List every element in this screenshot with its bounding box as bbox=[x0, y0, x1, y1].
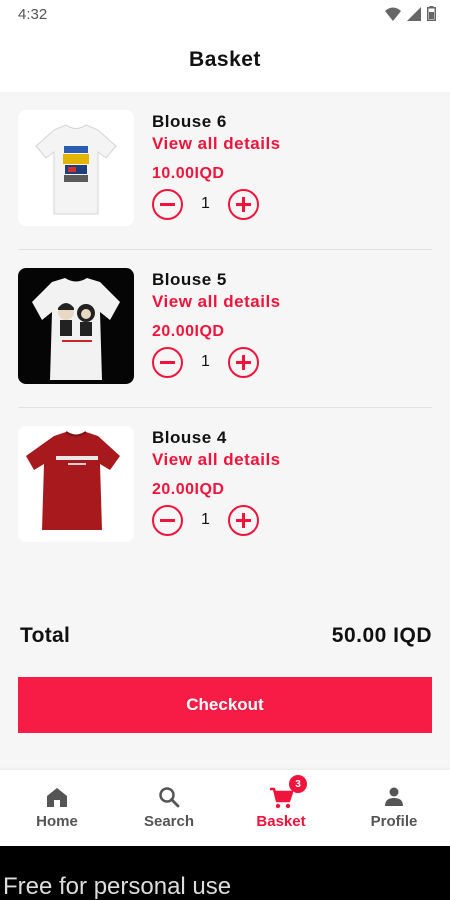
wifi-icon bbox=[385, 7, 401, 21]
basket-item: Blouse 6 View all details 10.00IQD 1 bbox=[18, 92, 432, 232]
search-icon bbox=[159, 787, 180, 808]
product-name: Blouse 5 bbox=[152, 270, 227, 289]
nav-item-profile[interactable]: Profile bbox=[338, 770, 450, 846]
view-details-link[interactable]: View all details bbox=[152, 450, 281, 470]
view-details-link[interactable]: View all details bbox=[152, 292, 281, 312]
person-icon bbox=[385, 787, 403, 806]
product-image[interactable] bbox=[18, 426, 134, 542]
quantity-value: 1 bbox=[201, 511, 210, 528]
nav-item-home[interactable]: Home bbox=[1, 770, 113, 846]
status-icons bbox=[385, 6, 436, 21]
product-image[interactable] bbox=[18, 268, 134, 384]
basket-item: Blouse 5 View all details 20.00IQD 1 bbox=[18, 250, 432, 390]
decrease-quantity-button[interactable] bbox=[152, 189, 183, 220]
app-bar: Basket bbox=[0, 30, 450, 92]
nav-item-basket[interactable]: 3 Basket bbox=[225, 770, 337, 846]
product-price: 10.00IQD bbox=[152, 165, 225, 182]
increase-quantity-button[interactable] bbox=[228, 189, 259, 220]
signal-icon bbox=[407, 6, 421, 21]
nav-label: Profile bbox=[370, 813, 418, 830]
status-time: 4:32 bbox=[18, 6, 48, 23]
nav-item-search[interactable]: Search bbox=[113, 770, 225, 846]
view-details-link[interactable]: View all details bbox=[152, 134, 281, 154]
bottom-nav: Home Search 3 Basket Profile bbox=[0, 770, 450, 846]
total-value: 50.00 IQD bbox=[331, 624, 432, 647]
status-bar: 4:32 bbox=[0, 0, 450, 30]
nav-label: Basket bbox=[256, 813, 306, 830]
product-name: Blouse 6 bbox=[152, 112, 227, 131]
quantity-stepper: 1 bbox=[152, 189, 262, 221]
cart-icon bbox=[270, 787, 293, 809]
quantity-stepper: 1 bbox=[152, 347, 262, 379]
product-name: Blouse 4 bbox=[152, 428, 227, 447]
product-image[interactable] bbox=[18, 110, 134, 226]
decrease-quantity-button[interactable] bbox=[152, 505, 183, 536]
product-price: 20.00IQD bbox=[152, 481, 225, 498]
basket-item: Blouse 4 View all details 20.00IQD 1 bbox=[18, 408, 432, 548]
white-tshirt-image bbox=[32, 278, 120, 380]
page-title: Basket bbox=[189, 48, 261, 71]
decrease-quantity-button[interactable] bbox=[152, 347, 183, 378]
home-icon bbox=[47, 788, 67, 807]
battery-icon bbox=[427, 6, 436, 21]
checkout-button[interactable]: Checkout bbox=[18, 677, 432, 733]
increase-quantity-button[interactable] bbox=[228, 347, 259, 378]
footer-text: Free for personal use bbox=[3, 873, 232, 900]
quantity-value: 1 bbox=[201, 195, 210, 212]
quantity-stepper: 1 bbox=[152, 505, 262, 537]
total-label: Total bbox=[20, 624, 71, 647]
product-price: 20.00IQD bbox=[152, 323, 225, 340]
white-tshirt-image bbox=[35, 124, 117, 215]
basket-list: Blouse 6 View all details 10.00IQD 1 Blo… bbox=[0, 92, 450, 770]
footer-banner: Free for personal use bbox=[0, 846, 450, 900]
nav-label: Search bbox=[143, 813, 195, 830]
nav-label: Home bbox=[36, 813, 78, 830]
quantity-value: 1 bbox=[201, 353, 210, 370]
red-tshirt-image bbox=[26, 431, 120, 530]
cart-count-badge: 3 bbox=[289, 775, 307, 793]
increase-quantity-button[interactable] bbox=[228, 505, 259, 536]
